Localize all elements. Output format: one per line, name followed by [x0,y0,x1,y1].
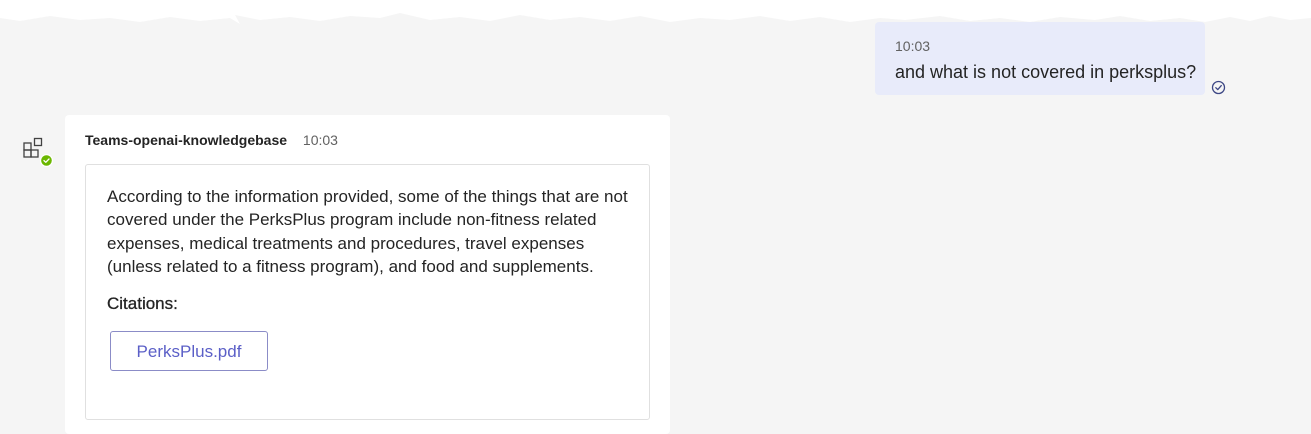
citations-title: Citations: [107,294,178,314]
citation-button-perksplus-pdf[interactable]: PerksPlus.pdf [110,331,268,372]
app-grid-icon [23,137,43,158]
available-presence-icon [40,154,53,167]
user-message-time: 10:03 [895,38,931,54]
user-message-text: and what is not covered in perksplus? [895,62,1197,82]
bot-message-header: Teams-openai-knowledgebase 10:03 [85,131,338,149]
user-message-bubble[interactable]: 10:03 and what is not covered in perkspl… [875,22,1205,95]
bot-message-time: 10:03 [302,132,338,148]
bot-message-card: Teams-openai-knowledgebase 10:03 Accordi… [65,115,670,434]
bot-avatar[interactable] [22,136,54,168]
bot-sender-name[interactable]: Teams-openai-knowledgebase [85,132,287,148]
read-receipt-check-icon [1211,80,1226,95]
answer-text: According to the information provided, s… [107,187,628,276]
answer-card: According to the information provided, s… [85,164,650,420]
